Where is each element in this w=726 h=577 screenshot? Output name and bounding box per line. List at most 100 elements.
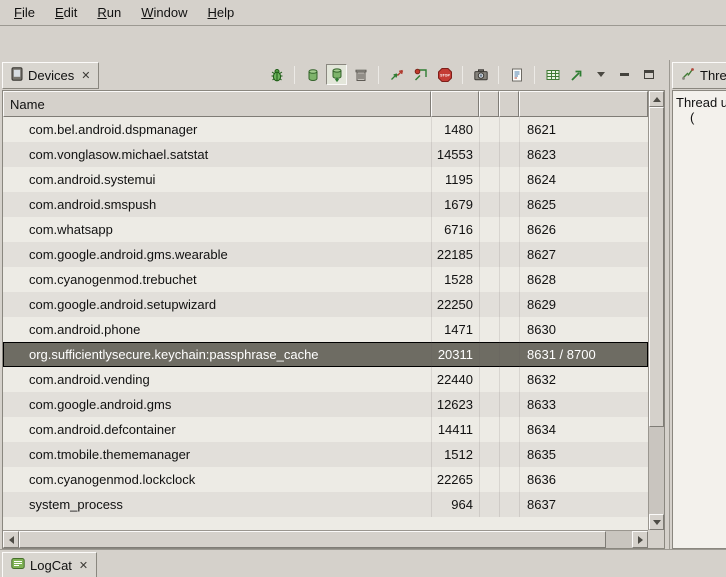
start-method-profiling-icon[interactable]	[410, 64, 431, 85]
view-menu-icon[interactable]	[590, 64, 611, 85]
vertical-scrollbar[interactable]	[648, 91, 664, 530]
process-name: com.cyanogenmod.lockclock	[3, 467, 431, 492]
process-port: 8629	[519, 292, 648, 317]
horizontal-scroll-thumb[interactable]	[19, 531, 606, 548]
process-row[interactable]: com.android.defcontainer144118634	[3, 417, 648, 442]
close-icon[interactable]: ✕	[77, 559, 88, 572]
process-row[interactable]: com.cyanogenmod.trebuchet15288628	[3, 267, 648, 292]
col-gap-2	[499, 242, 519, 267]
process-row[interactable]: com.android.systemui11958624	[3, 167, 648, 192]
col-gap-1	[479, 342, 499, 367]
screen-capture-icon[interactable]	[470, 64, 491, 85]
col-gap-1	[479, 492, 499, 517]
col-gap-2	[499, 117, 519, 142]
col-gap-2	[499, 467, 519, 492]
process-row[interactable]: system_process9648637	[3, 492, 648, 517]
devices-table: Name com.bel.android.dspmanager14808621c…	[2, 90, 665, 549]
process-row[interactable]: com.vonglasow.michael.satstat145538623	[3, 142, 648, 167]
process-pid: 14411	[431, 417, 479, 442]
system-info-icon[interactable]	[506, 64, 527, 85]
process-pid: 22440	[431, 367, 479, 392]
scroll-right-button[interactable]	[632, 531, 648, 548]
maximize-icon[interactable]	[638, 64, 659, 85]
process-port: 8625	[519, 192, 648, 217]
process-row[interactable]: com.cyanogenmod.lockclock22265 8636	[3, 467, 648, 492]
col-gap-1	[479, 192, 499, 217]
process-name: org.sufficientlysecure.keychain:passphra…	[3, 342, 431, 367]
horizontal-scrollbar[interactable]	[3, 530, 648, 548]
arrow-left-icon	[9, 536, 14, 544]
heap-grid-icon[interactable]	[542, 64, 563, 85]
tab-logcat[interactable]: LogCat ✕	[2, 552, 97, 577]
column-header-pid	[431, 91, 479, 117]
col-gap-1	[479, 267, 499, 292]
process-row[interactable]: com.whatsapp67168626	[3, 217, 648, 242]
process-name: com.whatsapp	[3, 217, 431, 242]
process-name: com.vonglasow.michael.satstat	[3, 142, 431, 167]
process-row[interactable]: com.android.phone14718630	[3, 317, 648, 342]
logcat-icon	[11, 557, 25, 573]
col-gap-2	[499, 267, 519, 292]
menu-window[interactable]: Window	[131, 1, 197, 24]
tab-threads-label: Threads	[700, 68, 726, 83]
process-pid: 1480	[431, 117, 479, 142]
vertical-scroll-thumb[interactable]	[649, 107, 664, 427]
menu-run[interactable]: Run	[87, 1, 131, 24]
process-row[interactable]: com.tmobile.thememanager15128635	[3, 442, 648, 467]
tab-threads[interactable]: Threads	[672, 62, 726, 89]
process-list: com.bel.android.dspmanager14808621com.vo…	[3, 117, 648, 530]
update-heap-icon[interactable]	[302, 64, 323, 85]
process-name: com.android.vending	[3, 367, 431, 392]
col-gap-1	[479, 217, 499, 242]
col-gap-2	[499, 417, 519, 442]
dump-hprof-icon[interactable]	[326, 64, 347, 85]
col-gap-1	[479, 117, 499, 142]
process-port: 8633	[519, 392, 648, 417]
process-port: 8631 / 8700	[519, 342, 648, 367]
menu-help[interactable]: Help	[197, 1, 244, 24]
minimize-icon[interactable]	[614, 64, 635, 85]
process-pid: 22265	[431, 467, 479, 492]
tracer-icon[interactable]	[566, 64, 587, 85]
ddms-window: FileEditRunWindowHelp Devices ✕	[0, 0, 726, 577]
close-icon[interactable]: ✕	[79, 69, 90, 82]
process-row[interactable]: com.android.vending224408632	[3, 367, 648, 392]
cause-gc-icon[interactable]	[350, 64, 371, 85]
col-gap-1	[479, 142, 499, 167]
process-row[interactable]: com.google.android.gms126238633	[3, 392, 648, 417]
scroll-up-button[interactable]	[649, 91, 664, 107]
process-pid: 20311	[431, 342, 479, 367]
tab-devices[interactable]: Devices ✕	[2, 62, 99, 89]
process-port: 8634	[519, 417, 648, 442]
process-pid: 1195	[431, 167, 479, 192]
process-row[interactable]: com.google.android.gms.wearable221858627	[3, 242, 648, 267]
process-pid: 1471	[431, 317, 479, 342]
update-threads-icon[interactable]	[386, 64, 407, 85]
scrollbar-corner	[648, 530, 664, 548]
toolbar-separator	[462, 66, 463, 84]
stop-process-icon[interactable]: STOP	[434, 64, 455, 85]
scroll-down-button[interactable]	[649, 514, 664, 530]
process-row[interactable]: com.google.android.setupwizard222508629	[3, 292, 648, 317]
menu-file[interactable]: File	[4, 1, 45, 24]
table-column-headers: Name	[3, 91, 648, 117]
process-row[interactable]: com.bel.android.dspmanager14808621	[3, 117, 648, 142]
toolbar-separator	[498, 66, 499, 84]
process-port: 8636	[519, 467, 648, 492]
menu-edit[interactable]: Edit	[45, 1, 87, 24]
device-icon	[11, 67, 23, 84]
column-header-name[interactable]: Name	[3, 91, 431, 117]
devices-toolbar: STOP	[266, 64, 659, 85]
scroll-left-button[interactable]	[3, 531, 19, 548]
process-pid: 22185	[431, 242, 479, 267]
process-row[interactable]: org.sufficientlysecure.keychain:passphra…	[3, 342, 648, 367]
process-pid: 1512	[431, 442, 479, 467]
process-row[interactable]: com.android.smspush16798625	[3, 192, 648, 217]
toolbar-separator	[534, 66, 535, 84]
col-gap-1	[479, 242, 499, 267]
threads-icon	[681, 67, 695, 84]
debug-process-icon[interactable]	[266, 64, 287, 85]
col-gap-2	[499, 367, 519, 392]
column-header-gap-1	[479, 91, 499, 117]
process-name: com.cyanogenmod.trebuchet	[3, 267, 431, 292]
